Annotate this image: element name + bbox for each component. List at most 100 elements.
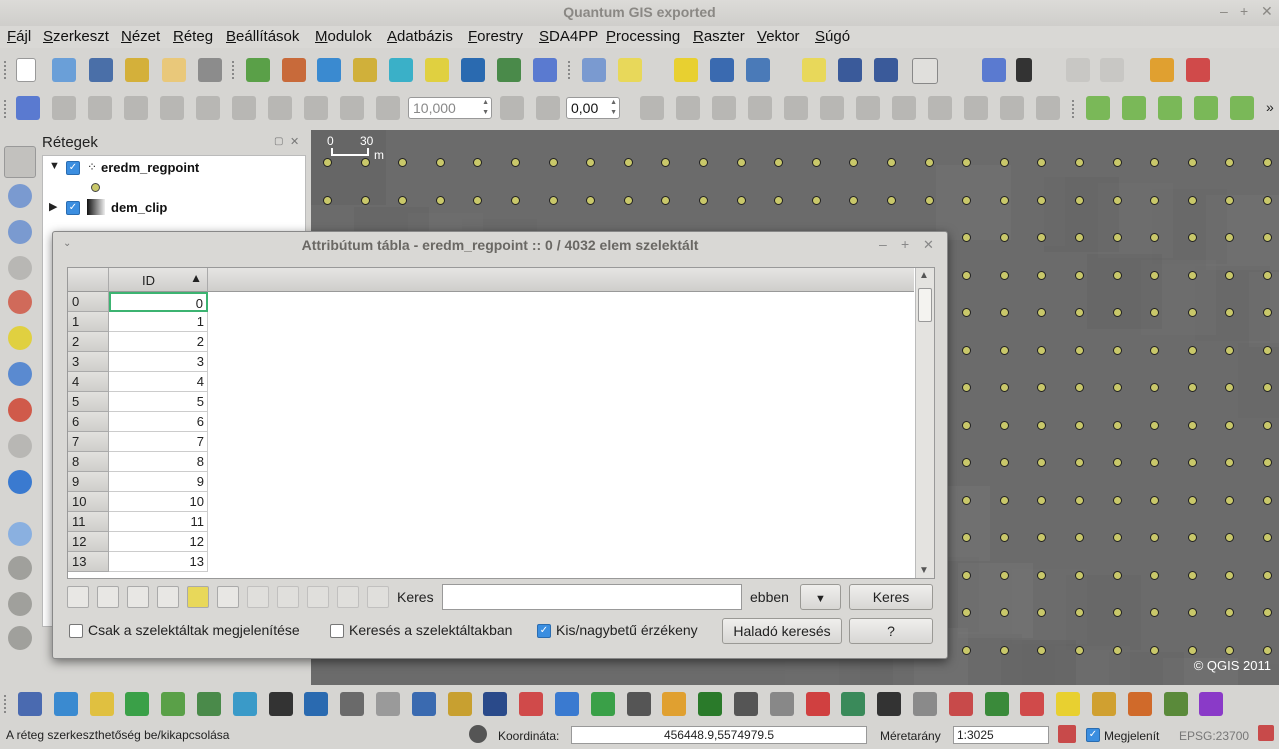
rotate-label-icon[interactable]: [8, 592, 32, 616]
search-input[interactable]: [442, 584, 742, 610]
layer-name-dem-clip[interactable]: dem_clip: [111, 200, 167, 215]
row-header[interactable]: 7: [68, 432, 109, 452]
new-project-icon[interactable]: [16, 58, 36, 82]
layer-visibility-checkbox[interactable]: ✓: [66, 161, 80, 175]
node-tool-icon[interactable]: [160, 96, 184, 120]
move-feature-icon[interactable]: [124, 96, 148, 120]
row-header[interactable]: 11: [68, 512, 109, 532]
maximize-button[interactable]: +: [1240, 3, 1248, 19]
table-cell-id[interactable]: 12: [109, 532, 208, 552]
split-icon[interactable]: [500, 96, 524, 120]
toggle-editing-icon[interactable]: [16, 96, 40, 120]
plugin-tool-icon[interactable]: [89, 692, 114, 716]
delete-selected-icon[interactable]: [196, 96, 220, 120]
zoom-next-icon[interactable]: [8, 434, 32, 458]
plugin-tool-icon[interactable]: [555, 692, 579, 716]
table-cell-id[interactable]: 13: [109, 552, 208, 572]
panel-close-icon[interactable]: ✕: [290, 135, 299, 148]
plugin-tool-icon[interactable]: [984, 692, 1009, 716]
plugin-tool-icon[interactable]: [483, 692, 508, 716]
scroll-up-icon[interactable]: ▲: [919, 270, 929, 281]
open-attribute-table-icon[interactable]: [710, 58, 734, 82]
plugin-tool-icon[interactable]: [1020, 692, 1045, 716]
render-checkbox[interactable]: ✓: [1086, 728, 1100, 742]
measure-icon[interactable]: [746, 58, 770, 82]
offset-spinbox[interactable]: 0,00 ▲ ▼: [566, 97, 620, 119]
delete-part-icon[interactable]: [856, 96, 880, 120]
paste-features-icon[interactable]: [304, 96, 328, 120]
zoom-layer-icon[interactable]: [8, 362, 32, 386]
save-edits-icon[interactable]: [52, 96, 76, 120]
dialog-maximize-button[interactable]: +: [901, 236, 909, 252]
plugin-tool-icon[interactable]: [626, 692, 651, 716]
new-shapefile-icon[interactable]: [497, 58, 521, 82]
layer-visibility-checkbox[interactable]: ✓: [66, 201, 80, 215]
open-project-icon[interactable]: [52, 58, 76, 82]
add-ring-icon[interactable]: [712, 96, 736, 120]
plugin-tool-icon[interactable]: [805, 692, 830, 716]
row-header[interactable]: 6: [68, 412, 109, 432]
redo-icon[interactable]: [676, 96, 700, 120]
identify-icon[interactable]: [582, 58, 606, 82]
plugin-tool-icon[interactable]: [411, 692, 436, 716]
save-project-icon[interactable]: [89, 58, 113, 82]
vertical-scrollbar[interactable]: ▲ ▼: [915, 268, 934, 578]
unselect-all-icon[interactable]: [67, 586, 89, 608]
table-cell-id[interactable]: 6: [109, 412, 208, 432]
plugin-tool-icon[interactable]: [18, 692, 42, 716]
remove-layer-icon[interactable]: [461, 58, 485, 82]
invert-selection-icon[interactable]: [127, 586, 149, 608]
add-postgis-layer-icon[interactable]: [317, 58, 341, 82]
layer-edit-icon[interactable]: [1158, 96, 1182, 120]
toolbar-overflow-icon[interactable]: »: [1266, 99, 1274, 115]
pan-icon[interactable]: [4, 146, 36, 178]
advanced-search-button[interactable]: Haladó keresés: [722, 618, 842, 644]
toolbar-grip[interactable]: [232, 61, 238, 79]
plugin-tool-icon[interactable]: [161, 692, 186, 716]
deselect-icon[interactable]: [674, 58, 698, 82]
show-only-selected-checkbox[interactable]: [69, 624, 83, 638]
merge-features-icon[interactable]: [964, 96, 988, 120]
coordinate-field[interactable]: 456448.9,5574979.5: [571, 726, 867, 744]
panel-float-icon[interactable]: ▢: [274, 136, 283, 147]
table-cell-id[interactable]: 7: [109, 432, 208, 452]
move-selection-top-icon[interactable]: [97, 586, 119, 608]
row-header[interactable]: 5: [68, 392, 109, 412]
add-part-icon[interactable]: [748, 96, 772, 120]
table-cell-id[interactable]: 9: [109, 472, 208, 492]
row-header[interactable]: 4: [68, 372, 109, 392]
table-cell-id[interactable]: 11: [109, 512, 208, 532]
menu-forestry[interactable]: Forestry: [468, 28, 523, 45]
menu-layer[interactable]: Réteg: [173, 28, 213, 45]
menu-help[interactable]: Súgó: [815, 28, 850, 45]
plugin-tool-icon[interactable]: [1056, 692, 1081, 716]
plugin-tool-icon[interactable]: [53, 692, 78, 716]
table-cell-id[interactable]: 0: [109, 292, 208, 312]
render-label[interactable]: Megjelenít: [1104, 729, 1159, 743]
delete-ring-icon[interactable]: [820, 96, 844, 120]
search-selected-label[interactable]: Keresés a szelektáltakban: [349, 622, 512, 638]
table-cell-id[interactable]: 8: [109, 452, 208, 472]
plugin-tool-icon[interactable]: [913, 692, 937, 716]
scale-field[interactable]: 1:3025: [953, 726, 1049, 744]
zoom-in-icon[interactable]: [8, 184, 32, 208]
move-label-icon[interactable]: [8, 556, 32, 580]
collapse-arrow-icon[interactable]: ▼: [49, 160, 60, 172]
fill-ring-icon[interactable]: [784, 96, 808, 120]
plugin-tool-icon[interactable]: [841, 692, 866, 716]
new-print-composer-icon[interactable]: [162, 58, 186, 82]
table-cell-id[interactable]: 3: [109, 352, 208, 372]
search-selected-checkbox[interactable]: [330, 624, 344, 638]
toolbar-grip[interactable]: [4, 61, 10, 79]
add-vector-layer-icon[interactable]: [246, 58, 270, 82]
zoom-full-icon[interactable]: [8, 326, 32, 350]
plugin-tool-icon[interactable]: [304, 692, 329, 716]
crs-status[interactable]: EPSG:23700: [1179, 729, 1249, 743]
table-cell-id[interactable]: 2: [109, 332, 208, 352]
row-header[interactable]: 9: [68, 472, 109, 492]
layer-info-icon[interactable]: [1122, 96, 1146, 120]
whats-this-icon[interactable]: [1016, 58, 1032, 82]
menu-view[interactable]: Nézet: [121, 28, 160, 45]
plugin-tool-icon[interactable]: [519, 692, 544, 716]
print-icon[interactable]: [198, 58, 222, 82]
